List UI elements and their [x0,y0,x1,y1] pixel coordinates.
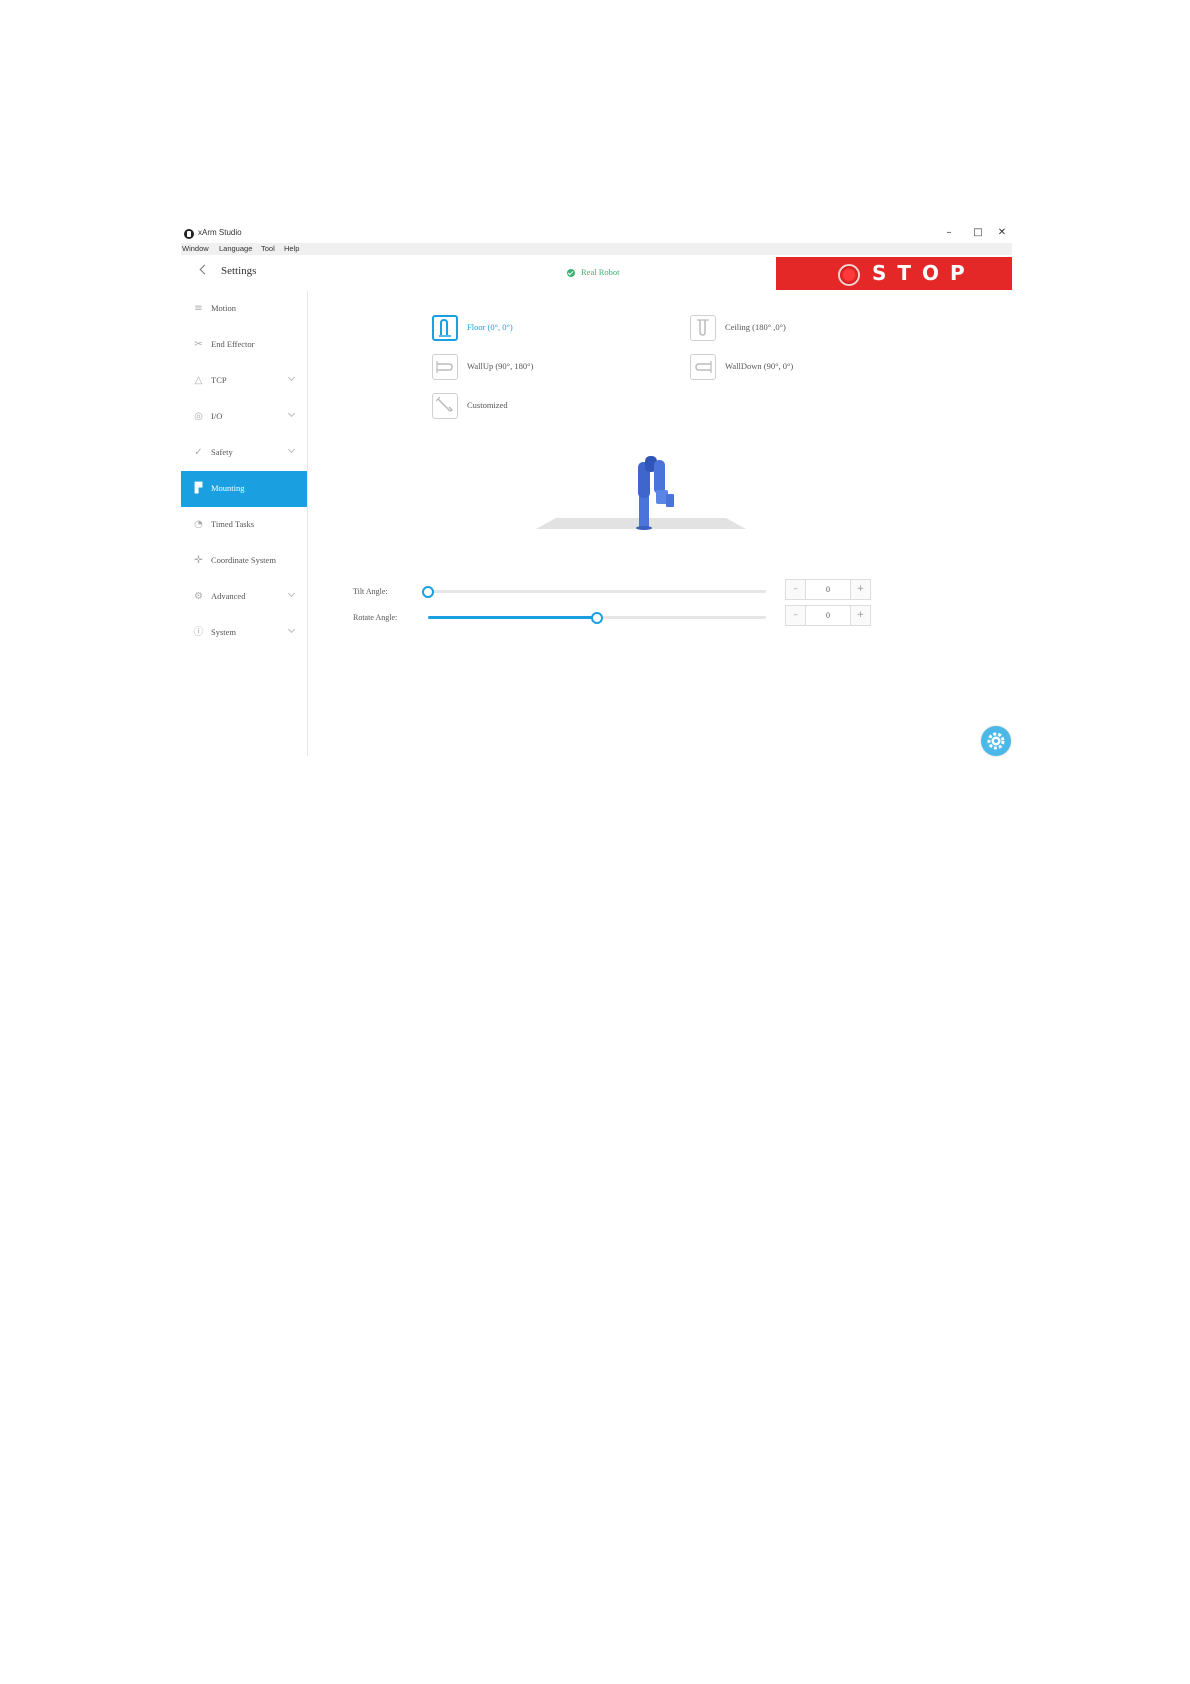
tilt-angle-stepper: – + [785,579,871,600]
walldown-mount-icon [690,354,716,380]
rotate-angle-label: Rotate Angle: [353,613,398,622]
sidebar-item-io[interactable]: ◎ I/O [181,399,307,435]
io-icon: ◎ [194,411,203,422]
sidebar-item-advanced[interactable]: ⚙ Advanced [181,579,307,615]
stop-circle-icon [838,264,860,286]
chevron-down-icon [287,409,296,418]
wallup-mount-icon [432,354,458,380]
rotate-angle-input[interactable] [806,606,850,625]
sidebar-item-mounting[interactable]: ▛ Mounting [181,471,307,507]
robot-status: Real Robot [581,267,620,277]
menu-tool[interactable]: Tool [261,244,275,253]
gear-icon [987,732,1005,750]
menu-bar: Window Language Tool Help [181,243,1012,255]
sidebar-item-label: End Effector [211,339,255,349]
maximize-button[interactable]: □ [967,225,989,241]
rotate-angle-stepper: – + [785,605,871,626]
customized-mount-icon [432,393,458,419]
safety-icon: ✓ [194,447,203,458]
end-effector-icon: ✂ [194,339,203,350]
minimize-button[interactable]: – [938,225,960,241]
system-icon: ⓘ [193,627,204,638]
xarm-studio-window: xArm Studio – □ ✕ Window Language Tool H… [181,224,1012,756]
motion-icon: ≡ [194,303,203,314]
app-logo-icon [184,229,194,239]
mount-option-label: WallDown (90°, 0°) [725,361,794,371]
sidebar-item-label: I/O [211,411,223,421]
sidebar-item-tcp[interactable]: △ TCP [181,363,307,399]
back-chevron-icon[interactable] [199,264,210,275]
sidebar-item-label: Timed Tasks [211,519,255,529]
page-title: Settings [221,265,257,277]
connected-check-icon [567,269,575,277]
rotate-slider-handle[interactable] [591,612,603,624]
sidebar-item-label: Coordinate System [211,555,276,565]
floating-settings-button[interactable] [981,726,1011,756]
sidebar-item-label: Motion [211,303,237,313]
sidebar-item-motion[interactable]: ≡ Motion [181,291,307,327]
mount-option-label: Ceiling (180° ,0°) [725,322,786,332]
mount-option-label: Customized [467,400,508,410]
tilt-angle-input[interactable] [806,580,850,599]
tcp-icon: △ [194,375,203,386]
emergency-stop-button[interactable]: STOP [776,257,1012,290]
floor-mount-icon [432,315,458,341]
sidebar-item-label: Mounting [211,483,245,493]
window-title: xArm Studio [198,228,242,237]
tilt-decrement-button[interactable]: – [786,580,806,599]
tilt-angle-slider[interactable] [422,586,766,598]
rotate-decrement-button[interactable]: – [786,606,806,625]
sidebar-item-coordinate-system[interactable]: ✛ Coordinate System [181,543,307,579]
sidebar-item-label: System [211,627,237,637]
page-header: Settings Real Robot STOP [181,255,1012,290]
sidebar-item-safety[interactable]: ✓ Safety [181,435,307,471]
rotate-angle-slider[interactable] [428,612,766,624]
menu-window[interactable]: Window [182,244,209,253]
close-button[interactable]: ✕ [991,225,1013,241]
rotate-slider-fill [428,616,597,619]
chevron-down-icon [287,445,296,454]
menu-language[interactable]: Language [219,244,252,253]
sidebar-item-system[interactable]: ⓘ System [181,615,307,651]
chevron-down-icon [287,625,296,634]
robot-3d-preview[interactable] [511,444,761,539]
mounting-icon: ▛ [194,483,203,494]
title-bar: xArm Studio – □ ✕ [181,224,1012,243]
mount-option-label: Floor (0°, 0°) [467,322,513,332]
sidebar-item-end-effector[interactable]: ✂ End Effector [181,327,307,363]
settings-sidebar: ≡ Motion ✂ End Effector △ TCP ◎ I/O ✓ Sa… [181,291,308,756]
tilt-angle-label: Tilt Angle: [353,587,388,596]
tilt-increment-button[interactable]: + [850,580,870,599]
menu-help[interactable]: Help [284,244,299,253]
sidebar-item-timed-tasks[interactable]: ◔ Timed Tasks [181,507,307,543]
stop-label: STOP [872,261,976,285]
ceiling-mount-icon [690,315,716,341]
sidebar-item-label: TCP [211,375,227,385]
tilt-slider-handle[interactable] [422,586,434,598]
advanced-icon: ⚙ [194,591,203,602]
coordinate-system-icon: ✛ [194,555,203,566]
timed-tasks-icon: ◔ [194,519,203,530]
sidebar-item-label: Safety [211,447,233,457]
sidebar-item-label: Advanced [211,591,246,601]
rotate-increment-button[interactable]: + [850,606,870,625]
chevron-down-icon [287,589,296,598]
mount-option-label: WallUp (90°, 180°) [467,361,534,371]
chevron-down-icon [287,373,296,382]
